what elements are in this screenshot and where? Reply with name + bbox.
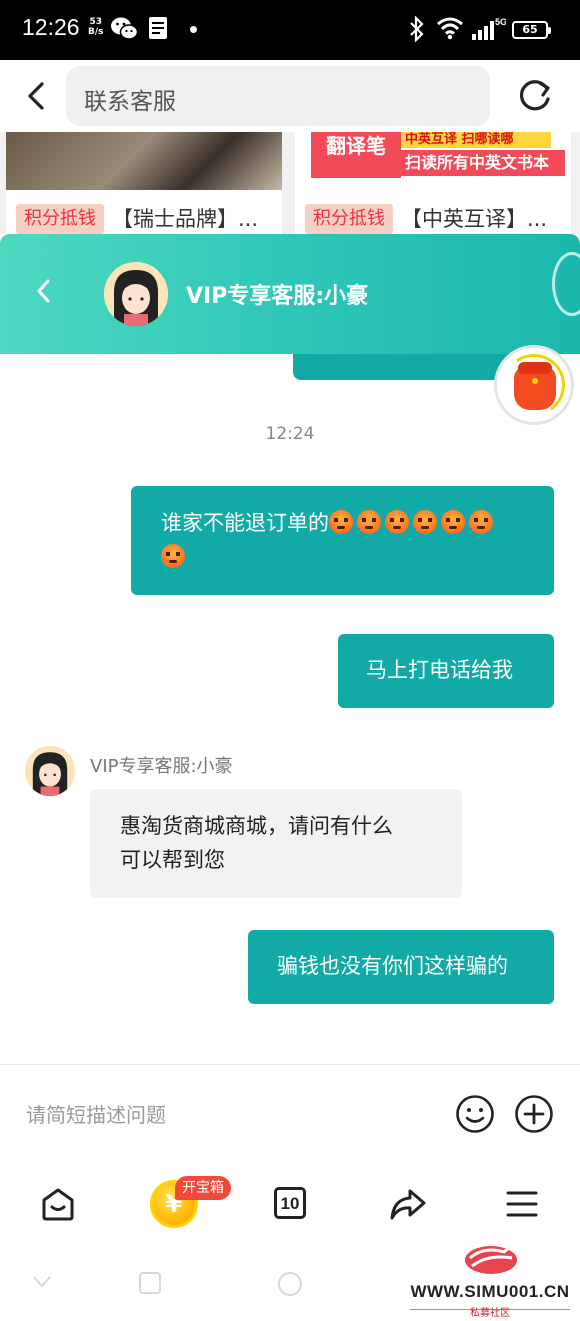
product-card[interactable]: 积分抵钱 【瑞士品牌】... bbox=[6, 132, 282, 234]
message-text-line1: 惠淘货商城商城，请问有什么 bbox=[120, 814, 393, 838]
back-icon[interactable] bbox=[20, 78, 54, 114]
red-packet-icon bbox=[514, 362, 556, 410]
message-text: 谁家不能退订单的 bbox=[161, 511, 329, 535]
watermark-logo-icon bbox=[465, 1240, 517, 1274]
svg-text:5G: 5G bbox=[495, 17, 506, 27]
notes-icon bbox=[149, 17, 167, 39]
search-bar[interactable]: 联系客服 bbox=[66, 66, 490, 126]
product-title: 【瑞士品牌】... bbox=[112, 207, 259, 231]
watermark-url: WWW.SIMU001.CN bbox=[410, 1282, 570, 1301]
emoji-icon[interactable] bbox=[455, 1094, 495, 1134]
angry-emoji-icon bbox=[161, 544, 185, 568]
top-bar: 联系客服 bbox=[0, 60, 580, 132]
signal-icon: 5G bbox=[472, 17, 506, 40]
input-bar: 请简短描述问题 bbox=[0, 1064, 580, 1160]
chat-title: VIP专享客服:小豪 bbox=[186, 284, 369, 309]
message-timestamp: 12:24 bbox=[265, 424, 315, 444]
product-strip: 积分抵钱 【瑞士品牌】... 翻译笔 中英互译 扫哪读哪 扫读所有中英文书本 积… bbox=[0, 132, 580, 234]
bluetooth-icon bbox=[410, 16, 424, 42]
product-card[interactable]: 翻译笔 中英互译 扫哪读哪 扫读所有中英文书本 积分抵钱 【中英互译】... bbox=[295, 132, 571, 234]
product-title: 【中英互译】... bbox=[401, 207, 548, 231]
search-text: 联系客服 bbox=[84, 89, 176, 115]
network-speed: 53 B/s bbox=[88, 17, 104, 37]
status-time: 12:26 bbox=[22, 14, 80, 40]
chat-back-icon[interactable] bbox=[32, 276, 56, 306]
agent-message: 惠淘货商城商城，请问有什么 可以帮到您 bbox=[90, 789, 462, 898]
user-message: 骗钱也没有你们这样骗的 bbox=[248, 930, 554, 1004]
share-icon[interactable] bbox=[388, 1184, 428, 1224]
message-text: 骗钱也没有你们这样骗的 bbox=[277, 954, 508, 978]
product-image: 翻译笔 中英互译 扫哪读哪 扫读所有中英文书本 bbox=[295, 132, 571, 190]
angry-emoji-icon bbox=[441, 510, 465, 534]
watermark-subtitle: 私募社区 bbox=[470, 1308, 510, 1319]
red-packet-button[interactable] bbox=[494, 345, 574, 425]
angry-emoji-icon bbox=[329, 510, 353, 534]
points-tag: 积分抵钱 bbox=[305, 204, 393, 234]
message-input[interactable]: 请简短描述问题 bbox=[26, 1099, 166, 1128]
product-banner-tag: 中英互译 扫哪读哪 bbox=[401, 132, 551, 148]
nav-home-icon[interactable] bbox=[139, 1272, 161, 1294]
agent-avatar bbox=[104, 262, 168, 326]
home-icon[interactable] bbox=[38, 1184, 78, 1224]
wechat-icon bbox=[111, 17, 138, 40]
message-text-line2: 可以帮到您 bbox=[120, 848, 225, 872]
angry-emoji-icon bbox=[385, 510, 409, 534]
message-text: 马上打电话给我 bbox=[366, 658, 513, 682]
notification-dot bbox=[190, 26, 197, 33]
status-bar: 12:26 53 B/s 5G 65 bbox=[0, 0, 580, 60]
nav-recent-icon[interactable] bbox=[278, 1272, 302, 1296]
side-handle[interactable] bbox=[552, 252, 580, 316]
refresh-icon[interactable] bbox=[516, 77, 554, 115]
agent-message-avatar bbox=[25, 746, 75, 796]
product-image bbox=[6, 132, 282, 190]
agent-name: VIP专享客服:小豪 bbox=[90, 756, 233, 777]
angry-emoji-icon bbox=[413, 510, 437, 534]
chat-header: VIP专享客服:小豪 bbox=[0, 234, 580, 354]
wifi-icon bbox=[437, 17, 463, 40]
plus-icon[interactable] bbox=[514, 1094, 554, 1134]
battery-icon: 65 bbox=[512, 21, 551, 39]
user-message: 马上打电话给我 bbox=[338, 634, 554, 708]
user-message: 谁家不能退订单的 bbox=[131, 486, 554, 595]
menu-icon[interactable] bbox=[502, 1184, 542, 1224]
product-banner-subtitle: 扫读所有中英文书本 bbox=[401, 150, 565, 176]
product-banner-title: 翻译笔 bbox=[311, 132, 401, 178]
watermark: WWW.SIMU001.CN 私募社区 bbox=[402, 1232, 578, 1319]
angry-emoji-icon bbox=[469, 510, 493, 534]
points-tag: 积分抵钱 bbox=[16, 204, 104, 234]
treasure-badge[interactable]: 开宝箱 bbox=[175, 1176, 231, 1200]
nav-back-icon[interactable] bbox=[32, 1274, 52, 1290]
tabs-icon[interactable]: 10 bbox=[274, 1187, 306, 1219]
angry-emoji-icon bbox=[357, 510, 381, 534]
